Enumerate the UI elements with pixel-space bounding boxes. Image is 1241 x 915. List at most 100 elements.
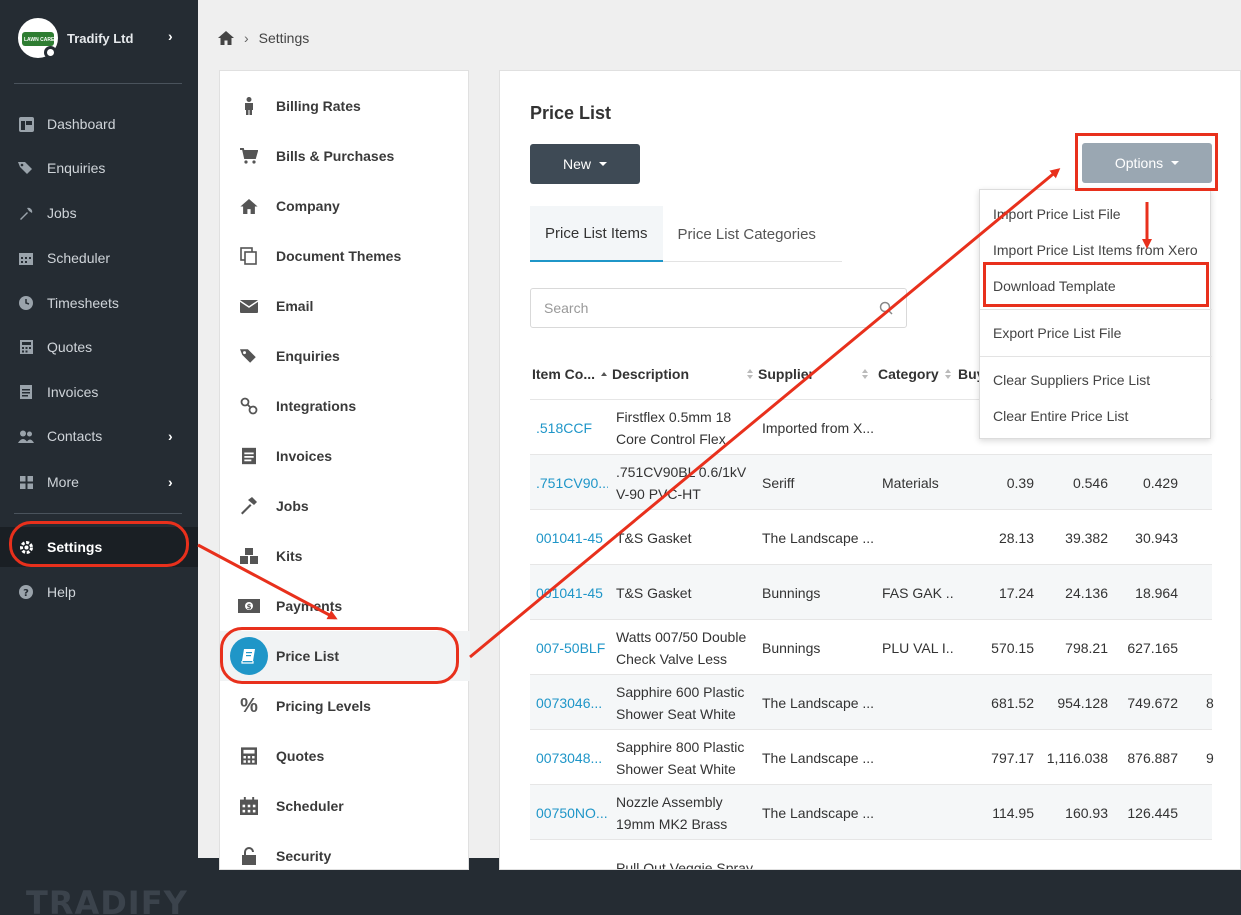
search-input[interactable] xyxy=(530,288,907,328)
cell-item-code[interactable]: 0073046... xyxy=(536,675,608,730)
sidebar-item-quotes[interactable]: Quotes xyxy=(0,327,198,367)
cell-sell: 160.93 xyxy=(1065,804,1108,821)
sidebar-item-more[interactable]: More › xyxy=(0,462,198,502)
cell-extra xyxy=(1206,455,1226,510)
dashboard-icon xyxy=(18,116,34,132)
column-header-description[interactable]: Description xyxy=(612,366,754,382)
table-row[interactable]: 001041-45 T&S Gasket The Landscape ... 28.1… xyxy=(530,509,1212,564)
sidebar-item-scheduler[interactable]: Scheduler xyxy=(0,238,198,278)
cell-category: PLU VAL I... xyxy=(882,639,954,656)
cell-supplier xyxy=(762,840,874,869)
cell-description: Sapphire 800 Plastic Shower Seat White xyxy=(616,738,745,777)
home-icon xyxy=(238,195,260,217)
cell-category xyxy=(882,510,954,565)
cell-item-code[interactable]: 001041-45 xyxy=(536,510,608,565)
home-icon[interactable] xyxy=(218,31,234,45)
cell-item-code[interactable]: 00750NO... xyxy=(536,785,608,840)
settings-item-label: Company xyxy=(276,198,340,214)
menu-item-clear-entire-price-list[interactable]: Clear Entire Price List xyxy=(980,404,1212,428)
table-row[interactable]: .751CV90... .751CV90BL 0.6/1kV V-90 PVC-H… xyxy=(530,454,1212,509)
cell-description: Firstflex 0.5mm 18 Core Control Flex xyxy=(616,408,732,447)
cell-description: Watts 007/50 Double Check Valve Less xyxy=(616,628,747,667)
cell-item-code[interactable]: 001041-45 xyxy=(536,565,608,620)
sidebar-item-dashboard[interactable]: Dashboard xyxy=(0,104,198,144)
cell-extra xyxy=(1206,510,1226,565)
settings-item-email[interactable]: Email xyxy=(220,281,470,331)
settings-item-integrations[interactable]: Integrations xyxy=(220,381,470,431)
cell-item-code[interactable]: .518CCF xyxy=(536,400,608,455)
settings-item-scheduler[interactable]: Scheduler xyxy=(220,781,470,831)
settings-item-jobs[interactable]: Jobs xyxy=(220,481,470,531)
table-row[interactable]: 0073048... Sapphire 800 Plastic Shower Se… xyxy=(530,729,1214,785)
sidebar-item-enquiries[interactable]: Enquiries xyxy=(0,148,198,188)
menu-item-clear-suppliers-price-list[interactable]: Clear Suppliers Price List xyxy=(980,368,1212,392)
settings-item-billing-rates[interactable]: Billing Rates xyxy=(220,81,470,131)
cell-cost: 749.672 xyxy=(1127,694,1178,711)
cell-supplier: Seriff xyxy=(762,474,795,491)
sidebar-item-invoices[interactable]: Invoices xyxy=(0,372,198,412)
org-logo-text: LAWN CARE xyxy=(24,37,55,43)
cell-description: Pull Out Veggie Spray xyxy=(616,859,753,870)
cell-extra: 8 xyxy=(1206,694,1214,711)
sidebar-item-timesheets[interactable]: Timesheets xyxy=(0,283,198,323)
settings-item-security[interactable]: Security xyxy=(220,831,470,881)
menu-item-export-price-list-file[interactable]: Export Price List File xyxy=(980,321,1212,345)
settings-item-label: Pricing Levels xyxy=(276,698,371,714)
cell-description: T&S Gasket xyxy=(616,584,692,601)
settings-item-bills-purchases[interactable]: Bills & Purchases xyxy=(220,131,470,181)
settings-item-label: Quotes xyxy=(276,748,325,764)
column-header-supplier[interactable]: Supplier xyxy=(758,366,869,382)
column-header-category[interactable]: Category xyxy=(878,366,951,382)
status-dot-icon xyxy=(44,46,57,59)
settings-item-enquiries[interactable]: Enquiries xyxy=(220,331,470,381)
document-icon xyxy=(18,384,34,400)
menu-item-import-price-list-file[interactable]: Import Price List File xyxy=(980,202,1212,226)
calculator-icon xyxy=(18,339,34,355)
column-header-label: Description xyxy=(612,366,690,382)
cell-item-code[interactable]: 007-50BLF xyxy=(536,620,608,675)
tab-price-list-items[interactable]: Price List Items xyxy=(530,206,663,262)
tab-price-list-categories[interactable]: Price List Categories xyxy=(663,206,831,262)
settings-item-company[interactable]: Company xyxy=(220,181,470,231)
new-button[interactable]: New xyxy=(530,144,640,184)
settings-item-kits[interactable]: Kits xyxy=(220,531,470,581)
cell-item-code[interactable]: .751CV90... xyxy=(536,455,608,510)
sidebar-item-label: Help xyxy=(47,584,76,600)
settings-item-pricing-levels[interactable]: % Pricing Levels xyxy=(220,681,470,731)
sidebar-item-jobs[interactable]: Jobs xyxy=(0,193,198,233)
clock-icon xyxy=(18,295,34,311)
table-row[interactable]: 007-50BLF Watts 007/50 Double Check Valve… xyxy=(530,619,1212,674)
settings-item-payments[interactable]: $ Payments xyxy=(220,581,470,631)
table-row[interactable]: 0073046... Sapphire 600 Plastic Shower Se… xyxy=(530,674,1214,730)
sidebar-item-contacts[interactable]: Contacts › xyxy=(0,416,198,456)
cell-item-code[interactable]: 0073048... xyxy=(536,730,608,785)
cell-item-code[interactable] xyxy=(536,840,608,869)
money-icon: $ xyxy=(238,595,260,617)
settings-item-label: Email xyxy=(276,298,314,314)
price-list-tabs: Price List Items Price List Categories xyxy=(530,206,842,262)
cell-extra xyxy=(1206,840,1226,869)
cell-supplier: Bunnings xyxy=(762,639,821,656)
table-row[interactable]: Pull Out Veggie Spray xyxy=(530,839,1212,870)
cell-description: T&S Gasket xyxy=(616,529,692,546)
settings-item-label: Document Themes xyxy=(276,248,402,264)
sort-icon xyxy=(944,368,951,380)
table-row[interactable]: 00750NO... Nozzle Assembly 19mm MK2 Brass… xyxy=(530,784,1212,839)
settings-item-quotes[interactable]: Quotes xyxy=(220,731,470,781)
sidebar-item-help[interactable]: ? Help xyxy=(0,572,198,612)
column-header-item-code[interactable]: Item Co... xyxy=(532,366,608,382)
table-row[interactable]: 001041-45 T&S Gasket Bunnings FAS GAK ... 17… xyxy=(530,564,1212,619)
settings-item-invoices[interactable]: Invoices xyxy=(220,431,470,481)
chevron-right-icon[interactable]: › xyxy=(168,28,173,44)
cell-category: FAS GAK ... xyxy=(882,584,954,601)
calculator-icon xyxy=(238,745,260,767)
options-dropdown: Import Price List File Import Price List… xyxy=(979,189,1212,439)
menu-item-import-from-xero[interactable]: Import Price List Items from Xero xyxy=(980,238,1212,262)
sidebar-item-label: Dashboard xyxy=(47,116,116,132)
search-icon[interactable] xyxy=(879,301,893,315)
menu-divider xyxy=(980,356,1212,357)
cell-supplier: Bunnings xyxy=(762,584,821,601)
org-switcher[interactable]: LAWN CARE Tradify Ltd xyxy=(18,18,133,58)
cell-cost: 0.429 xyxy=(1142,474,1178,491)
settings-item-document-themes[interactable]: Document Themes xyxy=(220,231,470,281)
